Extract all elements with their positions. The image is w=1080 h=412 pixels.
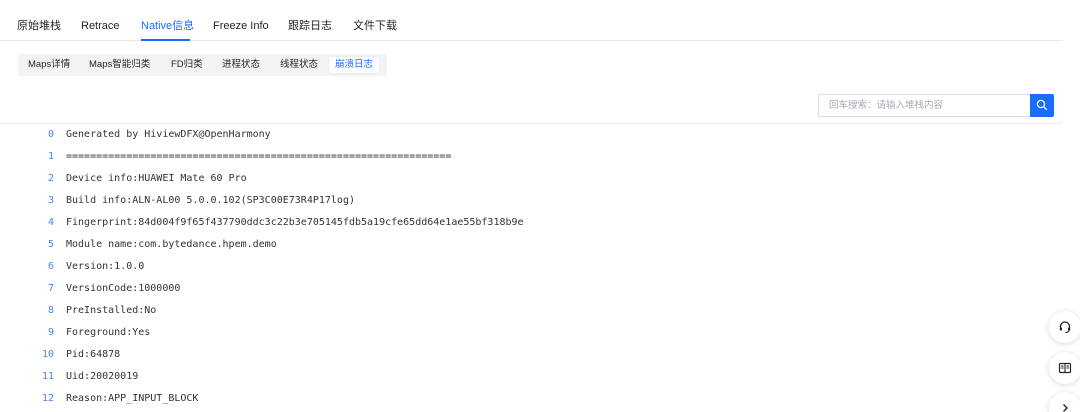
subtab-maps-detail[interactable]: Maps详情 <box>28 57 70 73</box>
line-number: 6 <box>47 261 54 272</box>
line-number: 4 <box>47 217 54 228</box>
subtab-thread-state[interactable]: 线程状态 <box>280 57 318 73</box>
log-text: Reason:APP_INPUT_BLOCK <box>66 393 199 404</box>
line-number: 9 <box>47 327 54 338</box>
line-number: 7 <box>47 283 54 294</box>
subtab-crash-log[interactable]: 崩溃日志 <box>329 57 380 73</box>
log-line: 5 Module name:com.bytedance.hpem.demo <box>0 234 900 256</box>
log-text: Module name:com.bytedance.hpem.demo <box>66 239 277 250</box>
main-tab-bar: 原始堆栈 Retrace Native信息 Freeze Info 跟踪日志 文… <box>0 0 1062 41</box>
line-number: 11 <box>41 371 54 382</box>
log-line: 8 PreInstalled:No <box>0 300 900 322</box>
log-text: PreInstalled:No <box>66 305 157 316</box>
log-text: Pid:64878 <box>66 349 121 360</box>
line-number: 12 <box>41 393 54 404</box>
line-number: 1 <box>47 151 54 162</box>
log-line: 0 Generated by HiviewDFX@OpenHarmony <box>0 124 900 146</box>
log-text: Version:1.0.0 <box>66 261 145 272</box>
log-text: ========================================… <box>66 151 452 162</box>
log-text: Uid:20020019 <box>66 371 139 382</box>
line-number: 2 <box>47 173 54 184</box>
docs-button[interactable] <box>1049 352 1080 384</box>
line-number: 0 <box>47 129 54 140</box>
tab-native-info[interactable]: Native信息 <box>141 19 194 33</box>
search-button[interactable] <box>1030 94 1054 117</box>
subtab-fd-classify[interactable]: FD归类 <box>171 57 203 73</box>
log-line: 11 Uid:20020019 <box>0 366 900 388</box>
log-text: Generated by HiviewDFX@OpenHarmony <box>66 129 271 140</box>
log-line: 2 Device info:HUAWEI Mate 60 Pro <box>0 168 900 190</box>
line-number: 8 <box>47 305 54 316</box>
tab-trace-log[interactable]: 跟踪日志 <box>288 19 332 33</box>
stack-search-input[interactable] <box>818 94 1030 117</box>
log-text: Foreground:Yes <box>66 327 151 338</box>
subtab-process-state[interactable]: 进程状态 <box>222 57 260 73</box>
line-number: 10 <box>41 349 54 360</box>
log-text: VersionCode:1000000 <box>66 283 181 294</box>
log-line: 10 Pid:64878 <box>0 344 900 366</box>
customer-service-button[interactable] <box>1049 311 1080 343</box>
tab-retrace[interactable]: Retrace <box>81 19 120 33</box>
log-line: 1 =======================================… <box>0 146 900 168</box>
log-text: Device info:HUAWEI Mate 60 Pro <box>66 173 247 184</box>
log-line: 9 Foreground:Yes <box>0 322 900 344</box>
expand-button[interactable] <box>1049 392 1080 412</box>
headset-icon <box>1059 321 1071 334</box>
tab-freeze-info[interactable]: Freeze Info <box>213 19 269 33</box>
log-line: 12 Reason:APP_INPUT_BLOCK <box>0 388 900 410</box>
chevron-right-icon <box>1063 404 1068 412</box>
tab-original-stack[interactable]: 原始堆栈 <box>17 19 61 33</box>
active-tab-indicator <box>141 39 190 41</box>
log-line: 3 Build info:ALN-AL00 5.0.0.102(SP3C00E73… <box>0 190 900 212</box>
book-icon <box>1058 362 1072 374</box>
log-line: 4 Fingerprint:84d004f9f65f437790ddc3c22b3… <box>0 212 900 234</box>
tab-file-download[interactable]: 文件下载 <box>353 19 397 33</box>
log-line: 7 VersionCode:1000000 <box>0 278 900 300</box>
line-number: 3 <box>47 195 54 206</box>
log-line: 6 Version:1.0.0 <box>0 256 900 278</box>
search-icon <box>1036 99 1048 111</box>
subtab-maps-smart-classify[interactable]: Maps智能归类 <box>89 57 150 73</box>
log-text: Fingerprint:84d004f9f65f437790ddc3c22b3e… <box>66 217 524 228</box>
log-text: Build info:ALN-AL00 5.0.0.102(SP3C00E73R… <box>66 195 355 206</box>
line-number: 5 <box>47 239 54 250</box>
sub-tab-bar: Maps详情 Maps智能归类 FD归类 进程状态 线程状态 崩溃日志 <box>18 54 387 76</box>
